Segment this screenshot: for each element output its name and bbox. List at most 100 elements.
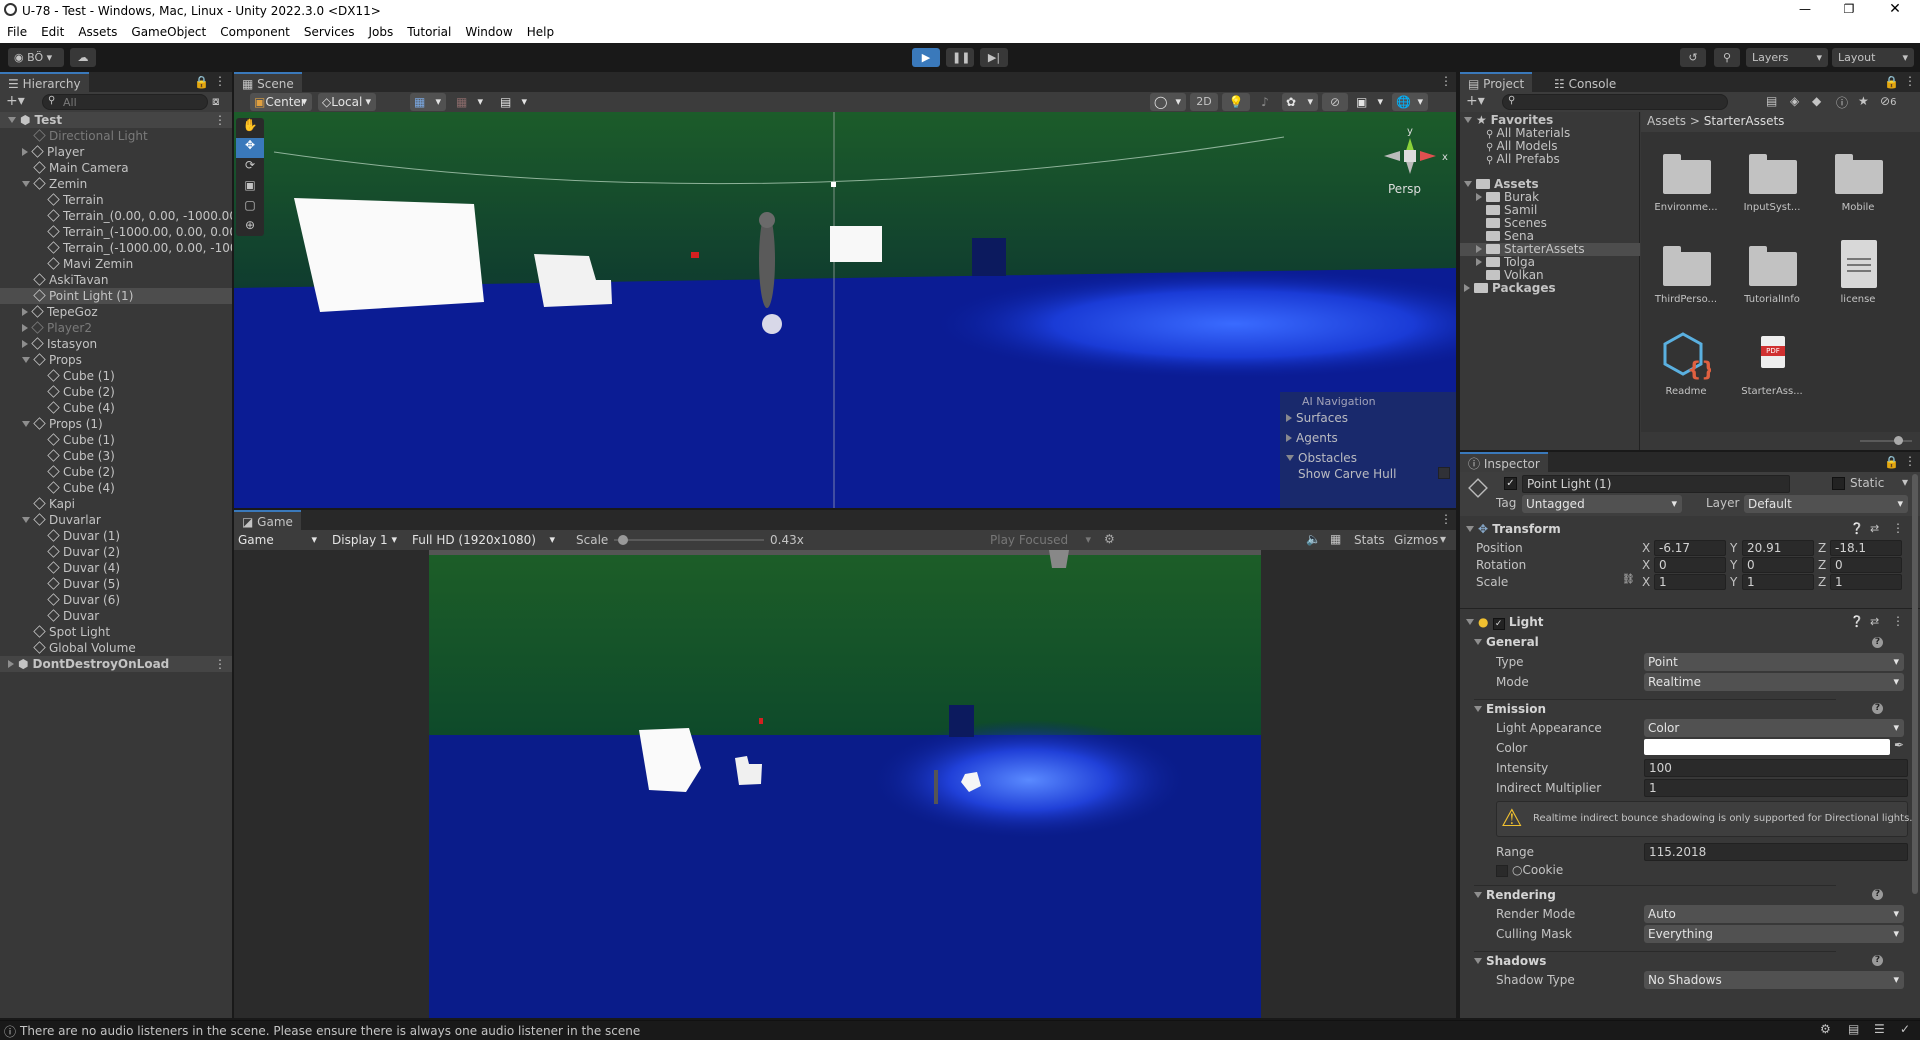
static-checkbox[interactable] (1832, 477, 1845, 490)
hierarchy-item[interactable]: Terrain_(-1000.00, 0.00, -1000.00) (0, 240, 232, 256)
hierarchy-item[interactable]: Cube (4) (0, 480, 232, 496)
help-icon[interactable]: ? (1872, 889, 1883, 900)
hierarchy-item[interactable]: Terrain_(0.00, 0.00, -1000.00) (0, 208, 232, 224)
hidden-packages-icon[interactable]: ⊘6 (1880, 94, 1896, 108)
hierarchy-item[interactable]: Duvar (0, 608, 232, 624)
hierarchy-item[interactable]: Player2 (0, 320, 232, 336)
add-button[interactable]: +▾ (6, 93, 25, 109)
transform-position-x-field[interactable]: -6.17 (1654, 540, 1726, 556)
asset-item[interactable]: ThirdPerso... (1651, 236, 1721, 316)
step-button[interactable]: ▶| (980, 48, 1008, 67)
project-tree-item[interactable]: Tolga (1460, 256, 1640, 269)
scene-menu-icon[interactable]: ⋮ (214, 656, 226, 672)
resolution-dropdown[interactable]: Full HD (1920x1080) (408, 531, 560, 549)
help-icon[interactable]: ? (1872, 955, 1883, 966)
panel-menu-icon[interactable]: ⋮ (1904, 74, 1916, 88)
hierarchy-item[interactable]: Point Light (1) (0, 288, 232, 304)
emission-section-header[interactable]: Emission (1474, 699, 1836, 717)
rendering-section-header[interactable]: Rendering (1474, 885, 1836, 903)
expand-down-icon[interactable] (1464, 117, 1472, 123)
hierarchy-item[interactable]: ⬢ Test ⋮ (0, 112, 232, 128)
layer-dropdown[interactable]: Default (1744, 495, 1908, 513)
hierarchy-item[interactable]: Terrain (0, 192, 232, 208)
tab-inspector[interactable]: ⓘ Inspector (1460, 452, 1548, 472)
mute-audio-icon[interactable]: 🔈 (1306, 532, 1321, 546)
hierarchy-item[interactable]: Props (0, 352, 232, 368)
layout-dropdown[interactable]: Layout ▾ (1832, 48, 1914, 67)
menu-window[interactable]: Window (458, 22, 519, 39)
hierarchy-item[interactable]: Zemin (0, 176, 232, 192)
shadows-section-header[interactable]: Shadows (1474, 951, 1836, 969)
filter-label-icon[interactable]: ◆ (1812, 94, 1821, 108)
hierarchy-search-input[interactable]: ⚲ All (42, 94, 208, 110)
light-mode-dropdown[interactable]: Realtime (1644, 673, 1904, 691)
general-section-header[interactable]: General (1474, 633, 1836, 651)
panel-menu-icon[interactable]: ⋮ (1440, 74, 1452, 88)
effects-dropdown[interactable]: ✿ (1282, 93, 1318, 111)
scene-viewport[interactable]: ✋ ✥ ⟳ ▣ ▢ ⊕ y x Persp AI Navigation Surf… (234, 112, 1456, 508)
tab-scene[interactable]: ▦ Scene (234, 72, 302, 92)
transform-position-z-field[interactable]: -18.1 (1830, 540, 1902, 556)
help-icon[interactable]: ? (1872, 703, 1883, 714)
hierarchy-item[interactable]: Duvar (6) (0, 592, 232, 608)
gizmos-button[interactable]: Gizmos (1394, 533, 1438, 547)
expand-right-icon[interactable] (22, 340, 28, 348)
menu-jobs[interactable]: Jobs (362, 22, 401, 39)
ai-nav-obstacles[interactable]: Obstacles (1286, 450, 1357, 466)
transform-rotation-y-field[interactable]: 0 (1742, 557, 1814, 573)
chevron-down-icon[interactable]: ▾ (1440, 532, 1446, 546)
hierarchy-item[interactable]: Duvar (4) (0, 560, 232, 576)
zoom-slider-handle[interactable] (1894, 436, 1903, 445)
network-icon[interactable]: ☰ (1874, 1022, 1885, 1036)
tab-game[interactable]: ◪ Game (234, 510, 301, 530)
hierarchy-item[interactable]: Spot Light (0, 624, 232, 640)
camera-dropdown[interactable]: ▣ (1352, 93, 1388, 111)
hierarchy-item[interactable]: Kapi (0, 496, 232, 512)
hierarchy-item[interactable]: Duvar (2) (0, 544, 232, 560)
asset-item[interactable]: PDF StarterAss... (1737, 328, 1807, 408)
rect-tool-icon[interactable]: ▢ (236, 198, 264, 218)
tab-project[interactable]: ▤ Project (1460, 72, 1533, 92)
preset-icon[interactable]: ⇄ (1870, 522, 1879, 535)
bug-icon[interactable]: ⚙ (1820, 1022, 1831, 1036)
asset-item[interactable]: {} Readme (1651, 328, 1721, 408)
play-focused-dropdown[interactable]: Play Focused (986, 531, 1096, 549)
asset-item[interactable]: license (1823, 236, 1893, 316)
shadow-type-dropdown[interactable]: No Shadows (1644, 971, 1904, 989)
hierarchy-item[interactable]: Player (0, 144, 232, 160)
history-button[interactable]: ↺ (1680, 48, 1706, 67)
cookie-checkbox[interactable] (1496, 865, 1508, 877)
game-view-dropdown[interactable]: Game (234, 531, 322, 549)
bug-icon[interactable]: ⚙ (1104, 532, 1115, 546)
expand-right-icon[interactable] (1476, 193, 1482, 201)
pivot-dropdown[interactable]: ▣Center (250, 93, 312, 111)
expand-down-icon[interactable] (22, 517, 30, 523)
transform-position-y-field[interactable]: 20.91 (1742, 540, 1814, 556)
panel-menu-icon[interactable]: ⋮ (214, 74, 226, 88)
persp-label[interactable]: Persp (1388, 182, 1421, 196)
hierarchy-item[interactable]: Props (1) (0, 416, 232, 432)
hidden-objects-toggle[interactable]: ⊘ (1322, 93, 1348, 111)
breadcrumb-assets[interactable]: Assets (1647, 114, 1686, 128)
hierarchy-item[interactable]: Duvarlar (0, 512, 232, 528)
scene-visibility-icon[interactable]: ⧇ (212, 94, 220, 109)
inspector-scrollbar[interactable] (1912, 474, 1918, 894)
hierarchy-item[interactable]: Cube (1) (0, 368, 232, 384)
hierarchy-item[interactable]: Mavi Zemin (0, 256, 232, 272)
project-tree-item[interactable]: Scenes (1460, 217, 1640, 230)
hierarchy-item[interactable]: Duvar (1) (0, 528, 232, 544)
help-icon[interactable]: ? (1872, 637, 1883, 648)
hierarchy-item[interactable]: Cube (1) (0, 432, 232, 448)
help-icon[interactable]: ❔ (1850, 522, 1864, 535)
mode-2d-button[interactable]: 2D (1190, 93, 1218, 111)
project-tree-item[interactable]: Burak (1460, 191, 1640, 204)
expand-right-icon[interactable] (1464, 284, 1470, 292)
scale-tool-icon[interactable]: ▣ (236, 178, 264, 198)
expand-right-icon[interactable] (22, 308, 28, 316)
menu-help[interactable]: Help (520, 22, 561, 39)
project-tree-item[interactable]: Packages (1460, 282, 1640, 295)
align-dropdown[interactable]: ▤ (496, 93, 532, 111)
expand-down-icon[interactable] (22, 421, 30, 427)
show-carve-hull-checkbox[interactable] (1438, 467, 1450, 479)
maximize-button[interactable]: ❐ (1840, 2, 1858, 18)
